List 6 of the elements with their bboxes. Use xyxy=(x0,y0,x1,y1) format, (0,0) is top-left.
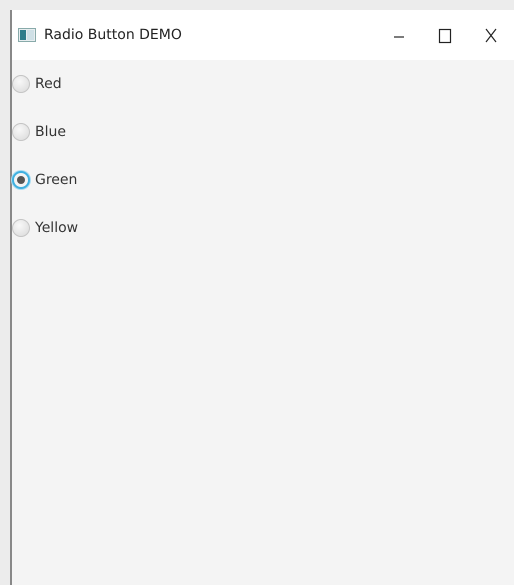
radio-button[interactable]: Yellow xyxy=(12,219,78,237)
radio-button[interactable]: Red xyxy=(12,75,62,93)
app-icon xyxy=(18,28,36,42)
radio-button[interactable]: Blue xyxy=(12,123,66,141)
window-title: Radio Button DEMO xyxy=(44,27,183,43)
radio-button[interactable]: Green xyxy=(12,171,78,189)
